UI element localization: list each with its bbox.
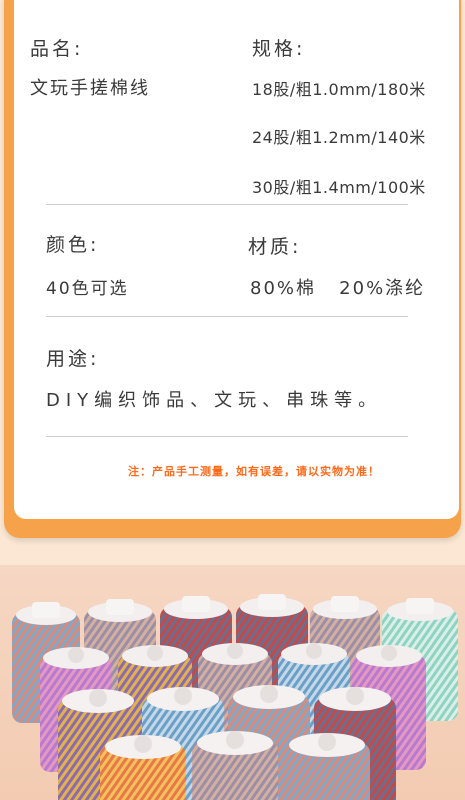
color-value: 40色可选 (46, 279, 129, 299)
thread-spools-image (12, 594, 458, 800)
divider-3 (46, 436, 408, 437)
product-name-label: 品名: (30, 38, 84, 60)
product-photo (0, 565, 465, 800)
spec-item-1: 18股/粗1.0mm/180米 (252, 80, 426, 99)
divider-2 (46, 316, 408, 317)
divider-1 (46, 204, 408, 205)
spec-label: 规格: (252, 38, 306, 60)
material-value: 80%棉 20%涤纶 (250, 278, 426, 299)
usage-value: DIY编织饰品、文玩、串珠等。 (46, 390, 383, 411)
material-label: 材质: (248, 236, 302, 258)
measurement-note: 注：产品手工测量，如有误差，请以实物为准！ (128, 465, 380, 478)
spec-item-2: 24股/粗1.2mm/140米 (252, 128, 426, 147)
spec-item-3: 30股/粗1.4mm/100米 (252, 178, 426, 197)
product-name-value: 文玩手搓棉线 (30, 78, 150, 99)
color-label: 颜色: (46, 234, 100, 256)
spool-row-bottom (100, 731, 370, 800)
usage-label: 用途: (46, 348, 100, 370)
